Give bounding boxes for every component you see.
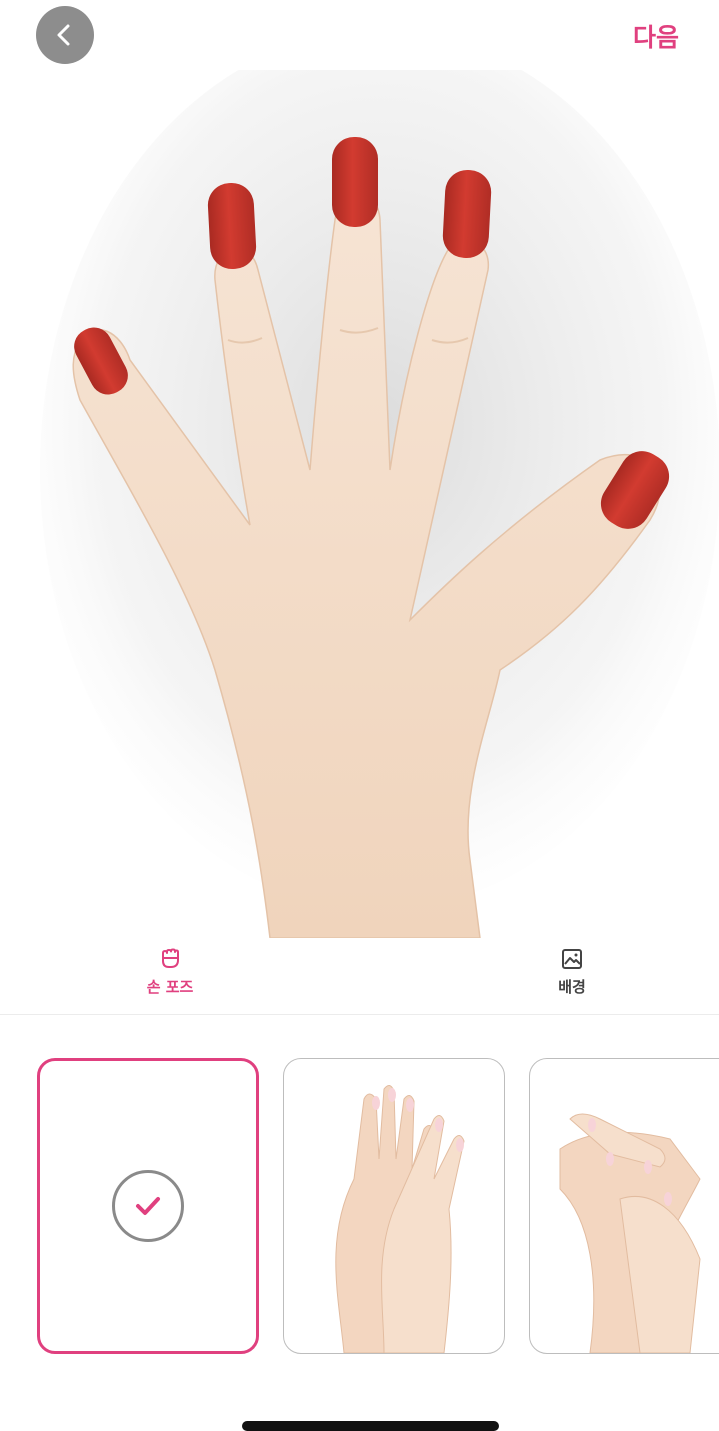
app-screen: 다음 손 포즈 배경 — [0, 0, 719, 1431]
next-button[interactable]: 다음 — [633, 18, 679, 54]
nail-index — [442, 169, 492, 259]
nail-ring — [207, 182, 257, 270]
pose-thumbnail-hands-overlap[interactable] — [283, 1058, 505, 1354]
image-icon — [562, 949, 582, 969]
pose-thumbnail-list — [0, 1058, 719, 1356]
pose-tabs: 손 포즈 배경 — [0, 940, 719, 1015]
tab-background-label: 배경 — [558, 978, 586, 996]
hand-icon — [162, 948, 179, 968]
hands-overlap-image — [335, 1085, 465, 1353]
check-circle-icon — [112, 1170, 184, 1242]
home-indicator — [242, 1421, 499, 1431]
back-button[interactable] — [36, 6, 94, 64]
pose-thumbnail-none[interactable] — [37, 1058, 259, 1354]
nail-middle — [332, 137, 378, 227]
hand-preview — [0, 70, 719, 938]
chevron-left-icon — [57, 24, 70, 46]
tab-background[interactable]: 배경 — [512, 948, 632, 997]
tab-hand-pose-label: 손 포즈 — [146, 978, 194, 996]
tab-hand-pose[interactable]: 손 포즈 — [110, 948, 230, 997]
pose-thumbnail-hands-crossed[interactable] — [529, 1058, 719, 1354]
hands-crossed-image — [559, 1113, 701, 1353]
